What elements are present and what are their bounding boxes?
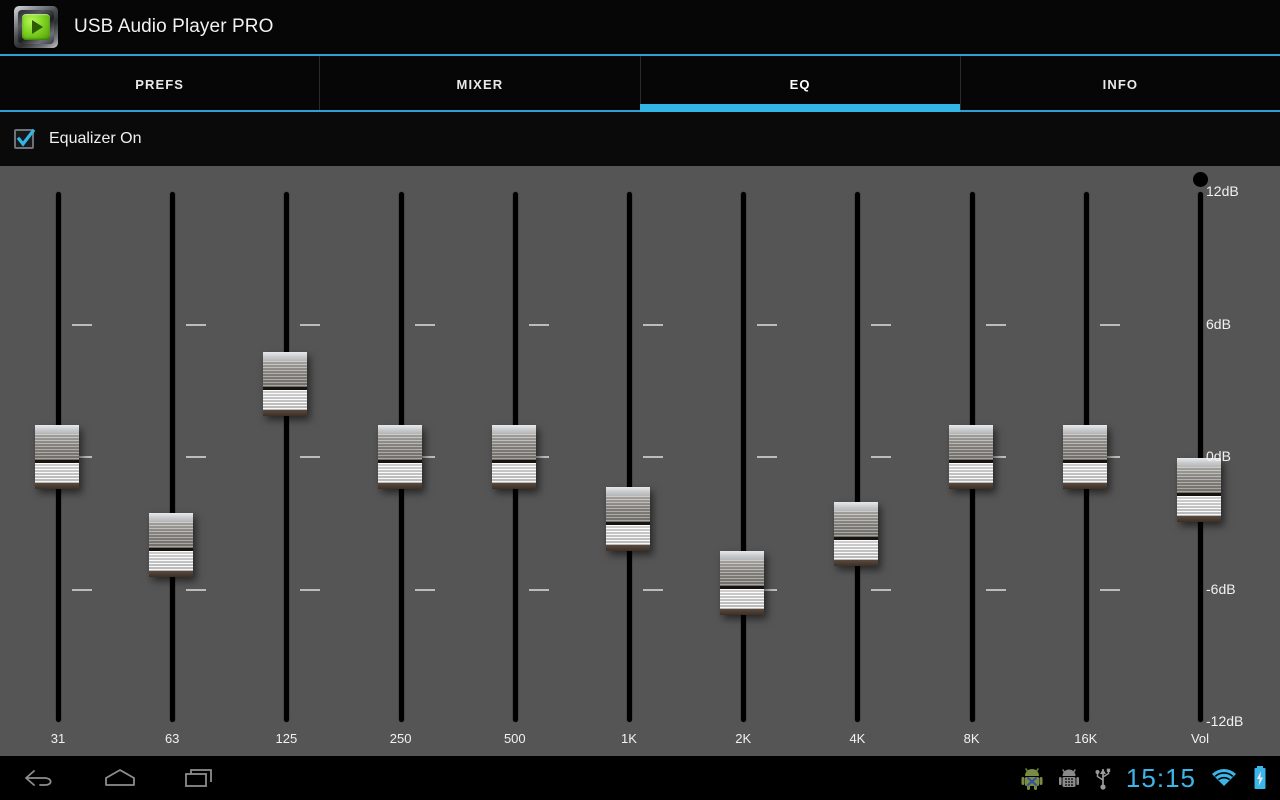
recents-button[interactable] [160, 766, 240, 790]
back-button[interactable] [0, 766, 80, 790]
eq-slider-31[interactable]: 31 [6, 166, 110, 756]
slider-tick [414, 588, 435, 591]
slider-track[interactable] [627, 192, 632, 722]
title-bar: USB Audio Player PRO [0, 0, 1280, 54]
slider-thumb-250[interactable] [377, 425, 422, 489]
battery-charging-icon[interactable] [1252, 765, 1268, 791]
slider-track[interactable] [170, 192, 176, 722]
slider-label-31: 31 [50, 731, 66, 746]
page-title: USB Audio Player PRO [74, 16, 274, 37]
slider-thumb-4k[interactable] [834, 502, 879, 567]
adb-debug-icon[interactable] [1058, 765, 1080, 791]
home-icon [105, 769, 135, 786]
home-button[interactable] [80, 766, 160, 790]
slider-thumb-63[interactable] [149, 513, 194, 578]
slider-track[interactable] [855, 192, 861, 722]
slider-tick [757, 456, 778, 458]
slider-tick [528, 323, 549, 326]
eq-slider-63[interactable]: 63 [120, 166, 224, 756]
eq-slider-vol[interactable]: Vol [1148, 166, 1252, 756]
app-play-icon [12, 5, 60, 49]
check-icon [16, 128, 36, 147]
android-robot-icon[interactable] [1020, 765, 1044, 791]
slider-tick [985, 588, 1006, 591]
eq-slider-500[interactable]: 500 [463, 166, 567, 756]
slider-label-125: 125 [275, 731, 298, 746]
slider-label-8k: 8K [963, 731, 980, 746]
slider-thumb-2k[interactable] [720, 550, 765, 615]
tab-mixer[interactable]: MIXER [320, 56, 641, 112]
slider-label-16k: 16K [1074, 731, 1098, 746]
slider-tick [72, 323, 92, 326]
slider-tick [414, 323, 435, 326]
slider-tick [643, 323, 663, 326]
db-scale-label: -12dB [1206, 713, 1244, 729]
slider-label-4k: 4K [849, 731, 866, 746]
slider-track[interactable] [741, 192, 747, 722]
slider-tick [871, 456, 892, 458]
slider-tick [871, 323, 892, 326]
slider-label-vol: Vol [1190, 731, 1210, 746]
slider-tick [186, 588, 207, 591]
android-nav-bar: 15:15 [0, 756, 1280, 800]
slider-thumb-125[interactable] [263, 352, 308, 417]
eq-slider-125[interactable]: 125 [234, 166, 338, 756]
db-scale-label: 0dB [1206, 448, 1231, 464]
slider-label-500: 500 [503, 731, 526, 746]
slider-thumb-500[interactable] [491, 425, 536, 489]
slider-track[interactable] [284, 192, 290, 722]
app-root: USB Audio Player PRO PREFS MIXER EQ INFO… [0, 0, 1280, 800]
db-scale-label: 6dB [1206, 315, 1231, 332]
wifi-icon[interactable] [1210, 767, 1238, 789]
status-clock: 15:15 [1125, 762, 1196, 793]
back-icon [25, 770, 52, 786]
tab-info[interactable]: INFO [961, 56, 1280, 112]
tab-active-indicator [640, 104, 960, 112]
slider-tick [186, 456, 207, 458]
slider-tick [186, 323, 207, 326]
slider-thumb-1k[interactable] [606, 486, 650, 551]
slider-tick [757, 323, 778, 326]
slider-tick [985, 323, 1006, 326]
tab-prefs[interactable]: PREFS [0, 56, 321, 112]
slider-tick [643, 588, 663, 591]
slider-thumb-vol[interactable] [1177, 458, 1221, 523]
slider-tick [300, 456, 321, 458]
slider-thumb-16k[interactable] [1062, 425, 1107, 489]
slider-tick [300, 588, 321, 591]
equalizer-panel: 31 63 125 250 500 1K 2K 4K 8K 16K Vol 12dB 6dB 0dB -6… [0, 166, 1280, 756]
equalizer-toggle-row: Equalizer On [0, 112, 1280, 166]
eq-slider-8k[interactable]: 8K [920, 166, 1024, 756]
slider-tick [300, 323, 321, 326]
slider-tick [528, 588, 549, 591]
slider-tick [643, 456, 663, 458]
eq-slider-250[interactable]: 250 [349, 166, 453, 756]
equalizer-on-label: Equalizer On [49, 130, 142, 147]
eq-slider-1k[interactable]: 1K [577, 166, 681, 756]
slider-tick [1099, 588, 1120, 591]
recents-icon [185, 769, 212, 787]
slider-thumb-31[interactable] [35, 425, 79, 489]
slider-tick [871, 588, 892, 591]
db-scale-label: 12dB [1206, 183, 1239, 199]
equalizer-on-checkbox[interactable] [14, 128, 36, 149]
usb-icon[interactable] [1094, 765, 1112, 791]
status-bar: 15:15 [1020, 763, 1280, 794]
slider-thumb-8k[interactable] [948, 425, 993, 489]
eq-slider-2k[interactable]: 2K [691, 166, 795, 756]
slider-label-63: 63 [164, 731, 180, 746]
slider-tick [72, 588, 92, 591]
eq-slider-4k[interactable]: 4K [805, 166, 909, 756]
slider-label-2k: 2K [735, 731, 752, 746]
eq-slider-16k[interactable]: 16K [1034, 166, 1138, 756]
db-scale-label: -6dB [1206, 580, 1236, 597]
slider-label-250: 250 [389, 731, 412, 746]
slider-label-1k: 1K [621, 731, 637, 746]
slider-tick [1099, 323, 1120, 326]
slider-track[interactable] [1198, 192, 1203, 722]
